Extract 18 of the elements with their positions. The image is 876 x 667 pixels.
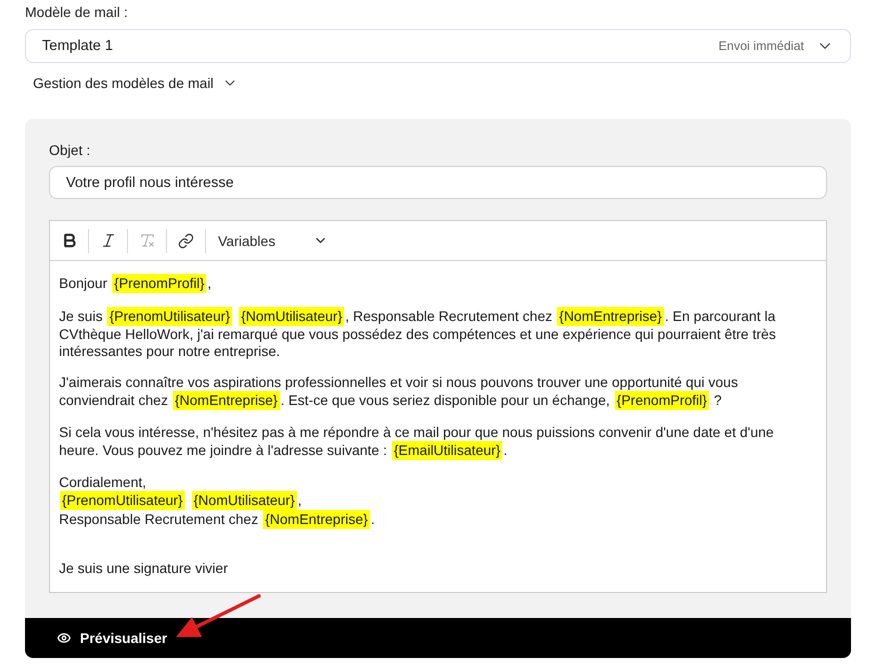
field-label: Objet :	[49, 141, 92, 159]
manage-templates-toggle[interactable]: Gestion des modèles de mail	[25, 71, 238, 95]
paragraph: Je suis {PrenomUtilisateur} {NomUtilisateur} , Responsable Recrutement chez {NomEntreprise} . En parcourant la CVthèque HelloWork, j'ai remarqué que vous possédez des compétences et une expérience qui pourraient être très intéressantes pour notre entreprise.	[59, 307, 777, 360]
paragraph: Si cela vous intéresse, n'hésitez pas à me répondre à ce mail pour que nous puissions convenir d'une date et d'une heure. Vous pouvez me joindre à l'adresse suivante : {EmailUtilisateur} .	[59, 424, 775, 460]
signature-text: Je suis une signature vivier	[59, 560, 229, 577]
selected-template: Template 1	[42, 38, 113, 54]
link-icon	[178, 232, 194, 248]
preview-button[interactable]: Prévisualiser	[57, 630, 168, 646]
template-select[interactable]: Template 1 Envoi immédiat	[25, 29, 851, 63]
paragraph: J'aimerais connaître vos aspirations professionnelles et voir si nous pouvons trouver une opportunité qui vous conviendrait chez {NomEntreprise} . Est-ce que vous seriez disponible pour un échange, {PrenomProfil} ?	[59, 374, 739, 410]
field-label: Modèle de mail :	[25, 3, 129, 21]
variables-dropdown[interactable]: Variables	[206, 221, 336, 260]
paragraph: Cordialement, {PrenomUtilisateur} {NomUtilisateur} , Responsable Recrutement chez {NomEntreprise} .	[59, 474, 376, 529]
eye-icon	[57, 631, 71, 645]
clear-format-icon	[138, 232, 156, 249]
subject-field[interactable]: Votre profil nous intéresse	[49, 166, 827, 199]
paragraph: Bonjour {PrenomProfil} ,	[59, 274, 212, 293]
send-mode-label: Envoi immédiat	[718, 39, 804, 53]
